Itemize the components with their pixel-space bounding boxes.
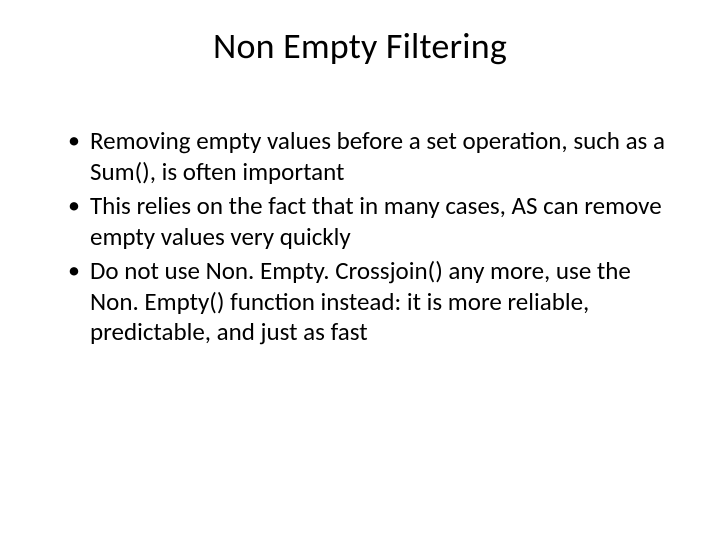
list-item: Removing empty values before a set opera…: [72, 126, 672, 187]
list-item: Do not use Non. Empty. Crossjoin() any m…: [72, 256, 672, 348]
bullet-list: Removing empty values before a set opera…: [48, 126, 672, 348]
list-item: This relies on the fact that in many cas…: [72, 191, 672, 252]
slide-title: Non Empty Filtering: [48, 24, 672, 68]
slide: Non Empty Filtering Removing empty value…: [0, 0, 720, 540]
